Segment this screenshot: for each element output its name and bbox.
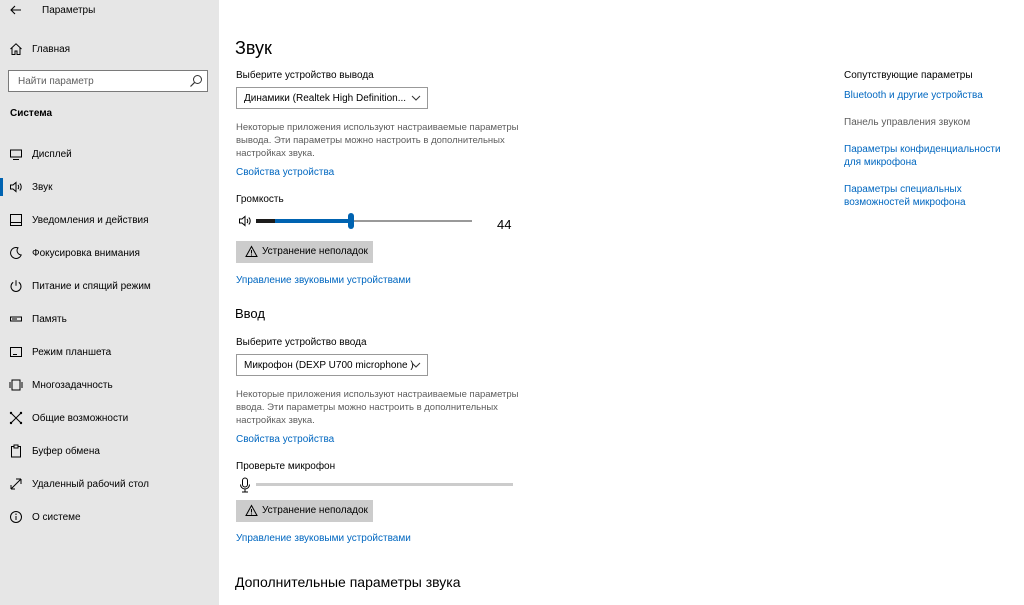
advanced-sound-heading: Дополнительные параметры звука xyxy=(235,574,461,590)
sidebar-item-label: Главная xyxy=(32,44,71,55)
output-troubleshoot-button[interactable]: Устранение неполадок xyxy=(236,241,373,263)
mic-test-label: Проверьте микрофон xyxy=(236,461,336,472)
sidebar-item-label: Дисплей xyxy=(32,149,72,160)
warning-icon xyxy=(245,245,258,257)
input-description: Некоторые приложения используют настраив… xyxy=(236,389,519,426)
input-manage-devices-link[interactable]: Управление звуковыми устройствами xyxy=(236,533,411,544)
input-select-label: Выберите устройство ввода xyxy=(236,337,367,348)
search-box[interactable] xyxy=(8,70,208,92)
microphone-icon xyxy=(240,477,250,493)
moon-icon xyxy=(8,245,24,261)
multitasking-icon xyxy=(8,377,24,393)
input-heading: Ввод xyxy=(235,306,265,321)
volume-value: 44 xyxy=(497,217,512,232)
volume-label: Громкость xyxy=(236,194,284,205)
sidebar-item-about[interactable]: О системе xyxy=(0,506,219,539)
sidebar-item-label: Многозадачность xyxy=(32,380,113,391)
output-device-dropdown[interactable]: Динамики (Realtek High Definition... xyxy=(236,87,428,109)
back-arrow-icon xyxy=(10,5,21,15)
sidebar-item-power-sleep[interactable]: Питание и спящий режим xyxy=(0,275,219,308)
sidebar-item-label: Удаленный рабочий стол xyxy=(32,479,149,490)
volume-slider[interactable] xyxy=(256,213,472,229)
sidebar-item-remote-desktop[interactable]: Удаленный рабочий стол xyxy=(0,473,219,506)
app-title: Параметры xyxy=(42,5,96,16)
page-title: Звук xyxy=(235,38,272,58)
speaker-icon xyxy=(8,179,24,195)
storage-icon xyxy=(8,311,24,327)
sidebar-item-multitasking[interactable]: Многозадачность xyxy=(0,374,219,407)
sidebar-item-shared-experiences[interactable]: Общие возможности xyxy=(0,407,219,440)
clipboard-icon xyxy=(8,443,24,459)
remote-desktop-icon xyxy=(8,476,24,492)
sidebar-item-notifications[interactable]: Уведомления и действия xyxy=(0,209,219,242)
title-bar: Параметры xyxy=(0,0,219,22)
chevron-down-icon xyxy=(411,362,421,368)
sidebar-item-sound[interactable]: Звук xyxy=(0,176,219,209)
related-settings-title: Сопутствующие параметры xyxy=(844,70,973,81)
chevron-down-icon xyxy=(411,95,421,101)
microphone-privacy-link[interactable]: Параметры конфиденциальности для микрофо… xyxy=(844,143,1004,169)
input-device-properties-link[interactable]: Свойства устройства xyxy=(236,434,334,445)
troubleshoot-label: Устранение неполадок xyxy=(262,505,368,516)
navigation-pane: Параметры Главная Система Дисплей Звук У… xyxy=(0,0,219,605)
home-icon xyxy=(8,41,24,57)
speaker-icon[interactable] xyxy=(238,214,252,228)
input-troubleshoot-button[interactable]: Устранение неполадок xyxy=(236,500,373,522)
info-icon xyxy=(8,509,24,525)
display-icon xyxy=(8,146,24,162)
search-input[interactable] xyxy=(9,71,185,91)
sidebar-nav: Дисплей Звук Уведомления и действия Фоку… xyxy=(0,143,219,539)
sidebar-item-label: Звук xyxy=(32,182,53,193)
sidebar-item-label: Режим планшета xyxy=(32,347,112,358)
sidebar-item-label: Питание и спящий режим xyxy=(32,281,151,292)
tablet-icon xyxy=(8,344,24,360)
notifications-icon xyxy=(8,212,24,228)
sidebar-item-label: Общие возможности xyxy=(32,413,129,424)
search-icon[interactable] xyxy=(189,74,203,88)
back-button[interactable] xyxy=(6,2,26,20)
bluetooth-devices-link[interactable]: Bluetooth и другие устройства xyxy=(844,89,1014,102)
output-device-value: Динамики (Realtek High Definition... xyxy=(244,93,407,104)
output-description: Некоторые приложения используют настраив… xyxy=(236,122,519,159)
troubleshoot-label: Устранение неполадок xyxy=(262,246,368,257)
shared-experiences-icon xyxy=(8,410,24,426)
output-manage-devices-link[interactable]: Управление звуковыми устройствами xyxy=(236,275,411,286)
sidebar-item-storage[interactable]: Память xyxy=(0,308,219,341)
input-device-value: Микрофон (DEXP U700 microphone ) xyxy=(244,360,414,371)
volume-slider-thumb[interactable] xyxy=(348,213,354,229)
power-icon xyxy=(8,278,24,294)
sidebar-item-label: О системе xyxy=(32,512,81,523)
sidebar-item-focus-assist[interactable]: Фокусировка внимания xyxy=(0,242,219,275)
input-device-dropdown[interactable]: Микрофон (DEXP U700 microphone ) xyxy=(236,354,428,376)
output-select-label: Выберите устройство вывода xyxy=(236,70,374,81)
warning-icon xyxy=(245,504,258,516)
sidebar-item-label: Буфер обмена xyxy=(32,446,100,457)
volume-output-level xyxy=(256,219,275,223)
microphone-accessibility-link[interactable]: Параметры специальных возможностей микро… xyxy=(844,183,984,209)
sidebar-item-display[interactable]: Дисплей xyxy=(0,143,219,176)
sidebar-item-clipboard[interactable]: Буфер обмена xyxy=(0,440,219,473)
sidebar-item-home[interactable]: Главная xyxy=(0,38,219,60)
section-label: Система xyxy=(10,108,53,119)
output-device-properties-link[interactable]: Свойства устройства xyxy=(236,167,334,178)
sound-control-panel-link[interactable]: Панель управления звуком xyxy=(844,116,1014,129)
sidebar-item-label: Память xyxy=(32,314,67,325)
microphone-level-meter xyxy=(256,483,513,486)
sidebar-item-label: Фокусировка внимания xyxy=(32,248,140,259)
sidebar-item-tablet-mode[interactable]: Режим планшета xyxy=(0,341,219,374)
sidebar-item-label: Уведомления и действия xyxy=(32,215,149,226)
